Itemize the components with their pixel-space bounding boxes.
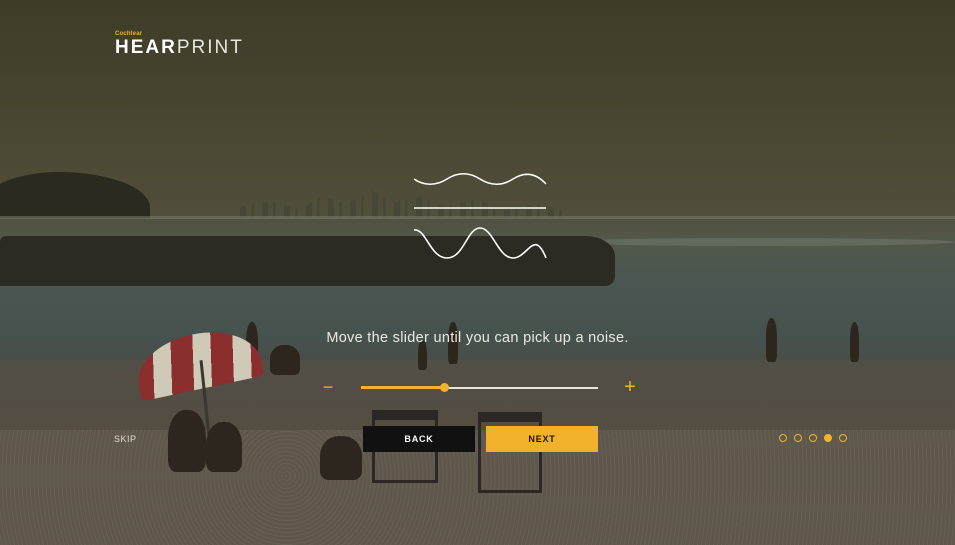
skip-link[interactable]: SKIP xyxy=(114,434,137,444)
step-pagination xyxy=(779,434,847,442)
hearprint-logo: Cochlear HEARPRINT xyxy=(115,31,244,58)
pagination-dot[interactable] xyxy=(809,434,817,442)
decrease-volume-button[interactable]: − xyxy=(320,377,336,397)
instruction-text: Move the slider until you can pick up a … xyxy=(326,330,629,346)
pagination-dot[interactable] xyxy=(839,434,847,442)
person-silhouette xyxy=(320,436,362,480)
back-button[interactable]: BACK xyxy=(363,426,475,452)
beach-chair xyxy=(478,412,542,493)
volume-slider-fill xyxy=(361,386,444,389)
sound-wave-icon xyxy=(413,172,547,259)
pagination-dot[interactable] xyxy=(794,434,802,442)
increase-volume-button[interactable]: + xyxy=(622,377,638,397)
next-button[interactable]: NEXT xyxy=(486,426,598,452)
person-silhouette xyxy=(168,410,206,472)
volume-slider-thumb[interactable] xyxy=(439,383,449,392)
pagination-dot[interactable] xyxy=(824,434,832,442)
pagination-dot[interactable] xyxy=(779,434,787,442)
person-silhouette xyxy=(270,345,300,375)
surf xyxy=(560,238,955,246)
volume-slider-track[interactable] xyxy=(361,383,598,392)
logo-wordmark-strong: HEAR xyxy=(115,37,177,58)
logo-wordmark: HEARPRINT xyxy=(115,38,244,58)
logo-wordmark-light: PRINT xyxy=(176,37,244,58)
headland xyxy=(0,172,150,218)
person-silhouette xyxy=(206,422,242,472)
beach-background-image xyxy=(0,0,955,545)
